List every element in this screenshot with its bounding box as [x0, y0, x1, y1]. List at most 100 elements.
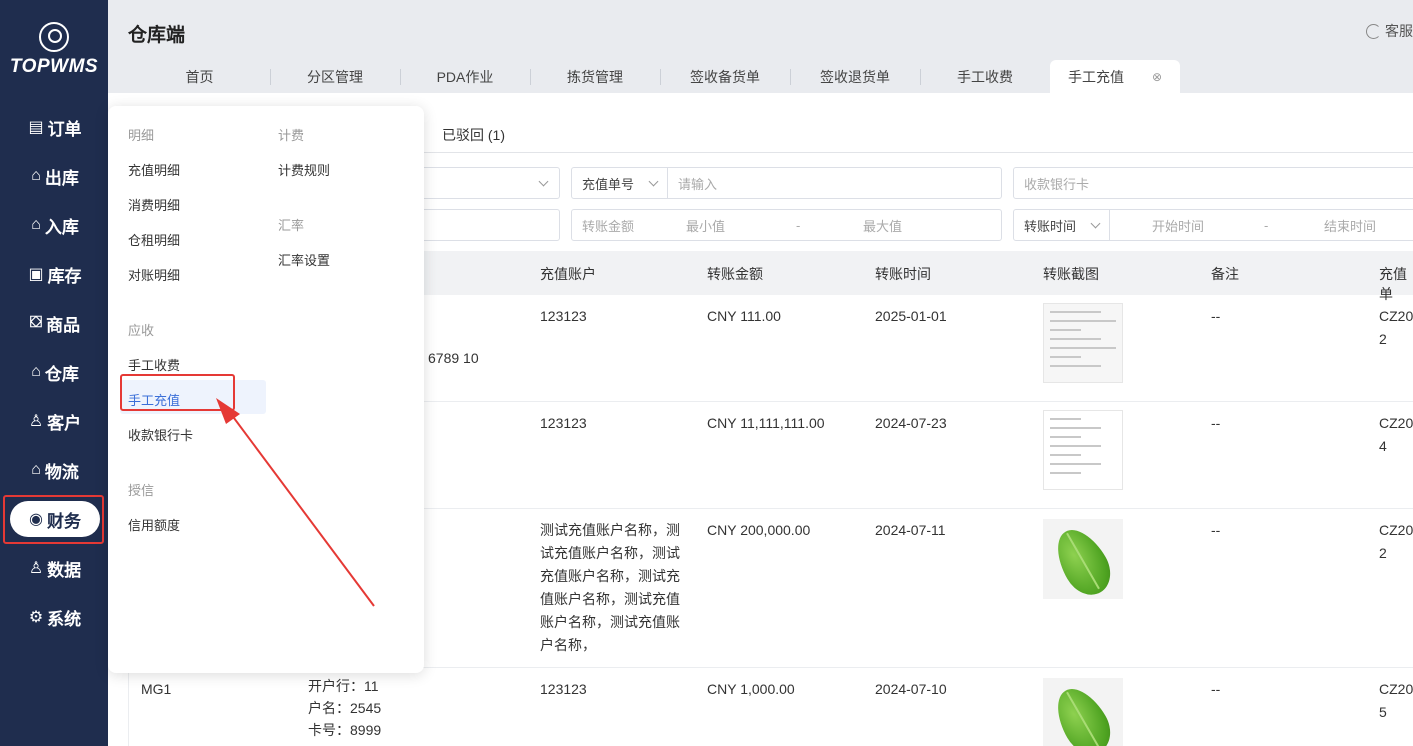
tab-label: 拣货管理 [567, 68, 623, 85]
menu-item-recharge-detail[interactable]: 充值明细 [128, 160, 180, 179]
menu-group-credit: 授信 [128, 483, 155, 498]
sidebar-item-goods[interactable]: ⛋ 商品 [10, 305, 100, 341]
sidebar-item-label: 订单 [47, 119, 82, 139]
tab-1[interactable]: 分区管理 [270, 60, 400, 93]
transfer-screenshot-thumbnail[interactable] [1043, 410, 1123, 490]
cell-time: 2025-01-01 [875, 308, 947, 324]
menu-group-exchange: 汇率 [278, 218, 305, 233]
cell-note: -- [1211, 308, 1221, 324]
tab-bar: 首页 分区管理 PDA作业 拣货管理 签收备货单 签收退货单 手工收费 手工充值 ⊗ [129, 60, 1180, 93]
tab-4[interactable]: 签收备货单 [660, 60, 790, 93]
cell-customer: MG1 [141, 681, 172, 697]
cell-time: 2024-07-11 [875, 522, 946, 538]
sidebar-item-data[interactable]: ♙ 数据 [10, 550, 100, 586]
leaf-image [1046, 679, 1120, 746]
menu-item-consume-detail[interactable]: 消费明细 [128, 195, 180, 214]
transfer-screenshot-thumbnail[interactable] [1043, 519, 1123, 599]
tab-0[interactable]: 首页 [129, 60, 270, 93]
tab-2[interactable]: PDA作业 [400, 60, 530, 93]
amount-max-input[interactable]: 最大值 [863, 216, 902, 235]
cell-charge-no[interactable]: CZ20 [1379, 678, 1413, 701]
tab-5[interactable]: 签收退货单 [790, 60, 920, 93]
cell-note: -- [1211, 522, 1221, 538]
tab-label: PDA作业 [436, 68, 494, 85]
cell-note: -- [1211, 681, 1221, 697]
finance-highlight-box [3, 495, 104, 544]
bank-card-placeholder: 收款银行卡 [1024, 176, 1090, 192]
time-label: 转账时间 [1024, 218, 1077, 234]
cell-account: 123123 [540, 308, 587, 324]
transfer-screenshot-thumbnail[interactable] [1043, 678, 1123, 746]
tab-6[interactable]: 手工收费 [920, 60, 1050, 93]
customer-service-button[interactable]: 客服 [1366, 21, 1413, 41]
cell-bank-info: 开户行：11 户名：2545 卡号：8999 [308, 675, 381, 741]
menu-group-receivable: 应收 [128, 323, 155, 338]
finance-dropdown-menu: 明细 计费 充值明细 计费规则 消费明细 汇率 仓租明细 汇率设置 对账明细 应… [108, 106, 424, 673]
charge-no-select[interactable]: 充值单号 [572, 168, 669, 198]
cell-charge-no[interactable]: CZ20 [1379, 412, 1413, 435]
chevron-down-icon [648, 176, 659, 186]
sidebar-item-label: 客户 [47, 413, 82, 433]
bank-line: 卡号：8999 [308, 722, 382, 738]
menu-group-detail: 明细 [128, 128, 155, 143]
menu-item-reconcile-detail[interactable]: 对账明细 [128, 265, 180, 284]
headset-icon [1366, 23, 1381, 39]
cell-charge-no[interactable]: CZ20 [1379, 305, 1413, 328]
customer-select[interactable] [414, 167, 560, 199]
menu-group-billing: 计费 [278, 128, 305, 143]
page-title: 仓库端 [128, 25, 186, 46]
tab-label: 签收备货单 [690, 68, 760, 85]
time-start-input[interactable]: 开始时间 [1110, 216, 1264, 235]
charge-no-filter[interactable]: 充值单号 请输入 [571, 167, 1002, 199]
cell-charge-no-2: 2 [1379, 331, 1387, 347]
menu-item-bank-card[interactable]: 收款银行卡 [128, 425, 193, 444]
sidebar-item-logistics[interactable]: ⌂ 物流 [10, 452, 100, 488]
sidebar-item-inventory[interactable]: ▣ 库存 [10, 256, 100, 292]
tab-3[interactable]: 拣货管理 [530, 60, 660, 93]
cell-charge-no[interactable]: CZ20 [1379, 519, 1413, 542]
system-icon: ⚙ [28, 609, 44, 626]
time-type-select[interactable]: 转账时间 [1014, 210, 1111, 240]
col-header-account: 充值账户 [540, 266, 596, 282]
tab-rejected[interactable]: 已驳回 (1) [442, 125, 505, 145]
bank-card-input[interactable]: 收款银行卡 [1013, 167, 1413, 199]
amount-range-filter[interactable]: 转账金额 最小值 - 最大值 [571, 209, 1002, 241]
tab-7[interactable]: 手工充值 ⊗ [1050, 60, 1180, 93]
cell-note: -- [1211, 415, 1221, 431]
transfer-screenshot-thumbnail[interactable] [1043, 303, 1123, 383]
close-icon[interactable]: ⊗ [1152, 70, 1162, 84]
logo[interactable]: TOPWMS [0, 22, 108, 78]
sidebar-item-customer[interactable]: ♙ 客户 [10, 403, 100, 439]
cell-account-multiline: 测试充值账户名称，测 试充值账户名称，测试 充值账户名称，测试充 值账户名称，测… [540, 519, 690, 657]
sidebar: TOPWMS ▤ 订单 ⌂ 出库 ⌂ 入库 ▣ 库存 ⛋ 商品 ⌂ 仓库 ♙ 客户 ⌂ 物流 ◉ 财务 ♙ 数据 ⚙ 系统 [0, 0, 108, 746]
sidebar-item-outbound[interactable]: ⌂ 出库 [10, 158, 100, 194]
col-header-amount: 转账金额 [707, 266, 763, 282]
menu-item-exchange-setting[interactable]: 汇率设置 [278, 250, 330, 269]
sidebar-item-order[interactable]: ▤ 订单 [10, 109, 100, 145]
amount-min-input[interactable]: 最小值 [686, 216, 796, 235]
menu-item-credit-limit[interactable]: 信用额度 [128, 515, 180, 534]
time-range-filter[interactable]: 转账时间 开始时间 - 结束时间 [1013, 209, 1413, 241]
sidebar-item-label: 出库 [44, 168, 79, 188]
menu-item-rent-detail[interactable]: 仓租明细 [128, 230, 180, 249]
tab-label: 手工充值 [1067, 68, 1124, 85]
menu-item-manual-fee[interactable]: 手工收费 [128, 355, 180, 374]
menu-item-billing-rule[interactable]: 计费规则 [278, 160, 330, 179]
tab-label: 分区管理 [307, 68, 363, 85]
sidebar-item-system[interactable]: ⚙ 系统 [10, 599, 100, 635]
account-line: 值账户名称，测试充值 [540, 591, 680, 607]
goods-icon: ⛋ [29, 314, 43, 331]
account-line: 充值账户名称，测试充 [540, 568, 680, 584]
sidebar-item-label: 数据 [47, 560, 82, 580]
cell-account: 123123 [540, 681, 587, 697]
sidebar-item-warehouse[interactable]: ⌂ 仓库 [10, 354, 100, 390]
customer-icon: ♙ [28, 413, 44, 430]
cell-amount: CNY 1,000.00 [707, 681, 795, 697]
charge-no-input[interactable]: 请输入 [668, 174, 717, 193]
account-input[interactable] [414, 209, 560, 241]
sidebar-item-inbound[interactable]: ⌂ 入库 [10, 207, 100, 243]
account-line: 账户名称，测试充值账 [540, 614, 680, 630]
sidebar-item-label: 系统 [47, 609, 82, 629]
time-end-input[interactable]: 结束时间 [1324, 216, 1376, 235]
col-header-screenshot: 转账截图 [1043, 266, 1099, 282]
